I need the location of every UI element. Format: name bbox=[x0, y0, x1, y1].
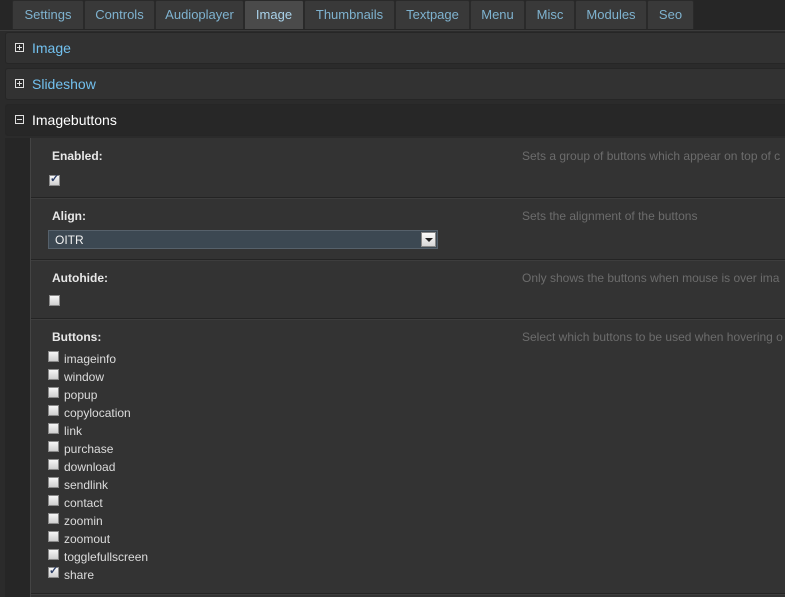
setting-description: Only shows the buttons when mouse is ove… bbox=[522, 271, 780, 285]
purchase-checkbox[interactable] bbox=[48, 441, 59, 452]
setting-label: Autohide: bbox=[52, 271, 108, 285]
tab-modules[interactable]: Modules bbox=[575, 0, 647, 29]
tab-thumbnails[interactable]: Thumbnails bbox=[304, 0, 395, 29]
expand-icon bbox=[15, 43, 24, 52]
tab-bar: Settings Controls Audioplayer Image Thum… bbox=[0, 0, 785, 31]
section-image-header[interactable]: Image bbox=[5, 32, 785, 64]
option-label: link bbox=[64, 424, 83, 438]
option-label: purchase bbox=[64, 442, 114, 456]
section-imagebuttons-header[interactable]: Imagebuttons bbox=[5, 104, 785, 136]
check-icon: ✓ bbox=[50, 173, 60, 185]
setting-label: Enabled: bbox=[52, 149, 103, 163]
tab-textpage[interactable]: Textpage bbox=[395, 0, 470, 29]
option-label: share bbox=[64, 568, 95, 582]
option-label: copylocation bbox=[64, 406, 131, 420]
tab-settings[interactable]: Settings bbox=[12, 0, 84, 29]
download-checkbox[interactable] bbox=[48, 459, 59, 470]
section-label: Slideshow bbox=[32, 76, 96, 92]
contact-checkbox[interactable] bbox=[48, 495, 59, 506]
setting-description: Select which buttons to be used when hov… bbox=[522, 330, 783, 344]
setting-autohide: Autohide: Only shows the buttons when mo… bbox=[31, 260, 785, 319]
setting-align: Align: Sets the alignment of the buttons… bbox=[31, 198, 785, 260]
tab-audioplayer[interactable]: Audioplayer bbox=[155, 0, 244, 29]
setting-label: Align: bbox=[52, 209, 86, 223]
option-label: zoomout bbox=[64, 532, 111, 546]
setting-enabled: Enabled: Sets a group of buttons which a… bbox=[31, 138, 785, 198]
imageinfo-checkbox[interactable] bbox=[48, 351, 59, 362]
popup-checkbox[interactable] bbox=[48, 387, 59, 398]
option-label: imageinfo bbox=[64, 352, 117, 366]
chevron-down-icon[interactable] bbox=[421, 232, 436, 247]
tab-image[interactable]: Image bbox=[244, 0, 304, 29]
option-label: download bbox=[64, 460, 116, 474]
expand-icon bbox=[15, 79, 24, 88]
section-label: Imagebuttons bbox=[32, 112, 117, 128]
tab-seo[interactable]: Seo bbox=[647, 0, 694, 29]
option-label: togglefullscreen bbox=[64, 550, 149, 564]
align-select[interactable]: OITR bbox=[48, 230, 438, 249]
zoomout-checkbox[interactable] bbox=[48, 531, 59, 542]
section-label: Image bbox=[32, 40, 71, 56]
option-label: contact bbox=[64, 496, 103, 510]
tab-controls[interactable]: Controls bbox=[84, 0, 155, 29]
tab-menu[interactable]: Menu bbox=[470, 0, 525, 29]
setting-label: Buttons: bbox=[52, 330, 102, 344]
window-checkbox[interactable] bbox=[48, 369, 59, 380]
panel-gutter bbox=[5, 138, 30, 597]
align-select-value: OITR bbox=[55, 233, 84, 247]
autohide-checkbox[interactable] bbox=[49, 295, 60, 306]
tab-misc[interactable]: Misc bbox=[525, 0, 575, 29]
togglefullscreen-checkbox[interactable] bbox=[48, 549, 59, 560]
option-label: zoomin bbox=[64, 514, 103, 528]
option-label: window bbox=[64, 370, 105, 384]
setting-description: Sets a group of buttons which appear on … bbox=[522, 149, 781, 163]
option-label: sendlink bbox=[64, 478, 109, 492]
share-checkbox[interactable]: ✓ bbox=[48, 565, 59, 578]
check-icon: ✓ bbox=[49, 565, 59, 577]
zoomin-checkbox[interactable] bbox=[48, 513, 59, 524]
imagebuttons-panel: Enabled: Sets a group of buttons which a… bbox=[30, 138, 785, 597]
option-label: popup bbox=[64, 388, 98, 402]
collapse-icon bbox=[15, 115, 24, 124]
section-slideshow-header[interactable]: Slideshow bbox=[5, 68, 785, 100]
link-checkbox[interactable] bbox=[48, 423, 59, 434]
setting-buttons: Buttons: Select which buttons to be used… bbox=[31, 319, 785, 594]
enabled-checkbox[interactable]: ✓ bbox=[49, 173, 60, 186]
sendlink-checkbox[interactable] bbox=[48, 477, 59, 488]
setting-description: Sets the alignment of the buttons bbox=[522, 209, 698, 223]
copylocation-checkbox[interactable] bbox=[48, 405, 59, 416]
